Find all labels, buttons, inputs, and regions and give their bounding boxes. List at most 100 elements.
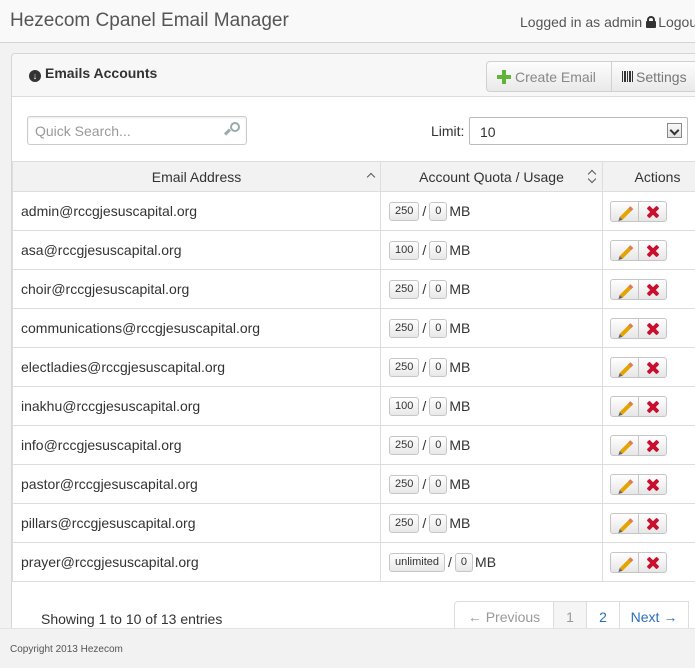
edit-button[interactable]: [610, 239, 639, 261]
delete-icon: [647, 479, 659, 491]
email-address: inakhu@rccgjesuscapital.org: [21, 398, 201, 414]
email-address: electladies@rccgjesuscapital.org: [21, 359, 226, 375]
quota-badge: 100: [389, 396, 420, 416]
quota-badge: 250: [389, 513, 420, 533]
limit-label: Limit:: [431, 123, 465, 139]
delete-button[interactable]: [638, 434, 667, 456]
limit-value: 10: [480, 124, 496, 140]
table-row: info@rccgjesuscapital.org 250/0 MB: [12, 425, 695, 465]
login-status: Logged in as admin Logout: [520, 14, 695, 30]
actions-cell: [602, 503, 695, 543]
quota-badge: 250: [389, 318, 420, 338]
email-address: admin@rccgjesuscapital.org: [21, 203, 198, 219]
delete-icon: [647, 284, 659, 296]
quota-separator: /: [422, 242, 427, 258]
quota-cell: 250/0 MB: [380, 347, 603, 387]
quota-badge: 250: [389, 201, 420, 221]
column-header-email[interactable]: Email Address: [12, 161, 381, 192]
usage-badge: 0: [429, 435, 448, 455]
delete-icon: [647, 323, 659, 335]
search-icon[interactable]: [224, 122, 240, 138]
actions-cell: [602, 308, 695, 348]
delete-button[interactable]: [638, 356, 667, 378]
usage-badge: 0: [429, 474, 448, 494]
quota-cell: 250/0 MB: [380, 308, 603, 348]
pencil-icon: [619, 556, 634, 571]
accounts-table: Email Address Account Quota / Usage Acti…: [12, 161, 695, 582]
quota-badge: unlimited: [389, 552, 446, 572]
edit-button[interactable]: [610, 434, 639, 456]
quota-unit: MB: [449, 242, 471, 258]
delete-icon: [647, 557, 659, 569]
delete-icon: [647, 362, 659, 374]
quota-badge: 250: [389, 474, 420, 494]
email-address: pastor@rccgjesuscapital.org: [21, 476, 198, 492]
table-header-row: Email Address Account Quota / Usage Acti…: [12, 161, 695, 192]
quota-unit: MB: [449, 476, 471, 492]
lock-icon: [646, 16, 657, 28]
entries-info: Showing 1 to 10 of 13 entries: [41, 611, 223, 627]
table-row: prayer@rccgjesuscapital.org unlimited/0 MB: [12, 542, 695, 582]
usage-badge: 0: [429, 279, 448, 299]
usage-badge: 0: [454, 552, 474, 572]
usage-badge: 0: [429, 318, 448, 338]
quota-badge: 100: [389, 240, 420, 260]
table-row: pastor@rccgjesuscapital.org 250/0 MB: [12, 464, 695, 504]
edit-button[interactable]: [610, 200, 639, 222]
quota-unit: MB: [449, 359, 471, 375]
pencil-icon: [619, 283, 634, 298]
email-address: communications@rccgjesuscapital.org: [21, 320, 261, 336]
quota-cell: 100/0 MB: [380, 386, 603, 426]
delete-button[interactable]: [638, 473, 667, 495]
actions-cell: [602, 230, 695, 270]
column-header-quota[interactable]: Account Quota / Usage: [380, 161, 603, 192]
limit-select[interactable]: 10: [469, 117, 688, 145]
login-status-text: Logged in as admin: [520, 14, 643, 30]
logout-link[interactable]: Logout: [658, 14, 695, 30]
table-row: electladies@rccgjesuscapital.org 250/0 MB: [12, 347, 695, 387]
edit-button[interactable]: [610, 317, 639, 339]
create-email-button[interactable]: Create Email: [486, 61, 612, 92]
actions-cell: [602, 347, 695, 387]
edit-button[interactable]: [610, 512, 639, 534]
sort-icon: [588, 170, 596, 184]
edit-button[interactable]: [610, 473, 639, 495]
quota-unit: MB: [449, 515, 471, 531]
email-cell: communications@rccgjesuscapital.org: [12, 308, 381, 348]
delete-button[interactable]: [638, 200, 667, 222]
create-email-label: Create Email: [515, 68, 596, 85]
email-cell: electladies@rccgjesuscapital.org: [12, 347, 381, 387]
email-cell: pillars@rccgjesuscapital.org: [12, 503, 381, 543]
quota-cell: 250/0 MB: [380, 269, 603, 309]
chevron-down-icon[interactable]: [667, 123, 682, 138]
actions-cell: [602, 425, 695, 465]
app-brand[interactable]: Hezecom Cpanel Email Manager: [10, 10, 289, 32]
delete-button[interactable]: [638, 551, 667, 573]
table-row: communications@rccgjesuscapital.org 250/0…: [12, 308, 695, 348]
delete-button[interactable]: [638, 317, 667, 339]
quota-unit: MB: [449, 281, 471, 297]
delete-button[interactable]: [638, 512, 667, 534]
delete-button[interactable]: [638, 395, 667, 417]
email-cell: asa@rccgjesuscapital.org: [12, 230, 381, 270]
email-cell: choir@rccgjesuscapital.org: [12, 269, 381, 309]
delete-button[interactable]: [638, 239, 667, 261]
table-row: pillars@rccgjesuscapital.org 250/0 MB: [12, 503, 695, 543]
pencil-icon: [619, 322, 634, 337]
table-row: asa@rccgjesuscapital.org 100/0 MB: [12, 230, 695, 270]
settings-button[interactable]: Settings: [612, 61, 695, 92]
edit-button[interactable]: [610, 278, 639, 300]
column-header-quota-label: Account Quota / Usage: [419, 168, 564, 185]
barcode-icon: [622, 71, 634, 82]
page-footer: Copyright 2013 Hezecom: [0, 628, 695, 668]
edit-button[interactable]: [610, 551, 639, 573]
email-cell: inakhu@rccgjesuscapital.org: [12, 386, 381, 426]
actions-cell: [602, 542, 695, 582]
search-input[interactable]: [28, 117, 218, 144]
panel-title: ↓ Emails Accounts: [29, 65, 157, 82]
quota-cell: 250/0 MB: [380, 191, 603, 231]
edit-button[interactable]: [610, 356, 639, 378]
quota-cell: 250/0 MB: [380, 464, 603, 504]
delete-button[interactable]: [638, 278, 667, 300]
edit-button[interactable]: [610, 395, 639, 417]
